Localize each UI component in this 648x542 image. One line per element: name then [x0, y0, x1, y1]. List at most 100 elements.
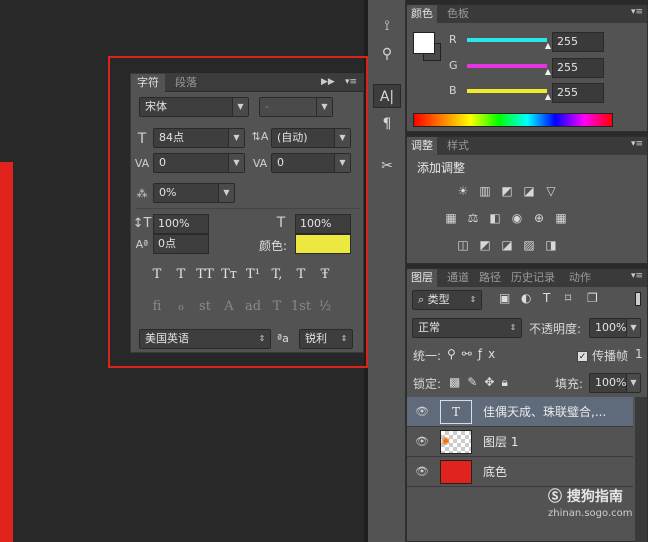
propagate-count: 1	[635, 347, 643, 361]
tab-adjustments[interactable]: 调整	[407, 137, 437, 155]
red-label: R	[449, 33, 457, 46]
layer-filter-icon[interactable]: ▣	[499, 291, 510, 305]
adjustment-icon[interactable]: ▽	[543, 184, 559, 198]
visibility-eye-icon[interactable]: 👁︎	[415, 465, 429, 478]
panel-menu-icon[interactable]: ▾≡	[631, 139, 643, 149]
visibility-eye-icon[interactable]: 👁︎	[415, 405, 429, 418]
blue-slider[interactable]: ▲	[467, 89, 551, 101]
adjustment-icon[interactable]: ▦	[553, 211, 569, 225]
layer-thumbnail	[440, 460, 472, 484]
opacity-field[interactable]: 100% ▼	[589, 318, 641, 338]
layer-name: 底色	[483, 465, 508, 479]
unify-icons[interactable]: ⚲⚯ƒx	[447, 347, 501, 361]
tab-color[interactable]: 颜色	[407, 5, 437, 23]
tab-history[interactable]: 历史记录	[507, 269, 559, 287]
adjustment-icon[interactable]: ▨	[521, 238, 537, 252]
adjustment-row-1: ☀ ▥ ◩ ◪ ▽	[455, 184, 648, 200]
layer-list: 👁︎ T 佳偶天成、珠联璧合,... 👁︎ ✺ 图层 1 👁︎ 底色	[407, 397, 633, 542]
watermark-url: zhinan.sogo.com	[548, 508, 633, 519]
tab-swatches[interactable]: 色板	[443, 5, 473, 23]
adjustment-icon[interactable]: ◪	[521, 184, 537, 198]
right-panels: 颜色 色板 ▾≡ R ▲ 255 G ▲ 255 B ▲ 255 调整 样式 ▾…	[406, 0, 648, 542]
filter-toggle[interactable]	[635, 292, 641, 306]
color-spectrum-bar[interactable]	[413, 113, 613, 127]
panel-menu-icon[interactable]: ▾≡	[631, 7, 643, 17]
fill-label: 填充:	[555, 377, 584, 391]
tab-layers[interactable]: 图层	[407, 269, 437, 287]
fill-value: 100%	[595, 376, 627, 389]
layers-scrollbar[interactable]	[635, 397, 647, 542]
sogou-icon: Ⓢ	[548, 489, 567, 505]
adjustments-title: 添加调整	[417, 161, 466, 175]
search-icon: ⌕	[418, 293, 428, 306]
canvas-red-shape	[0, 162, 13, 542]
tab-paths[interactable]: 路径	[475, 269, 505, 287]
chevron-down-icon: ▼	[626, 374, 640, 392]
layer-thumbnail: ✺	[440, 430, 472, 454]
paragraph-panel-icon[interactable]: ¶	[373, 112, 401, 136]
red-slider[interactable]: ▲	[467, 38, 551, 50]
green-label: G	[449, 59, 458, 72]
opacity-value: 100%	[595, 321, 627, 334]
blend-mode-select[interactable]: 正常 ⇕	[412, 318, 522, 338]
adjustment-icon[interactable]: ◩	[499, 184, 515, 198]
adjustment-icon[interactable]: ⚖	[465, 211, 481, 225]
layer-name: 佳偶天成、珠联璧合,...	[483, 405, 607, 419]
brush-preset-icon[interactable]: ⟟	[373, 14, 401, 38]
red-value[interactable]: 255	[552, 32, 604, 52]
watermark-brand: 搜狗指南	[566, 489, 623, 505]
adjustment-icon[interactable]: ☀	[455, 184, 471, 198]
tools-icon[interactable]: ✂	[373, 154, 401, 178]
fill-field[interactable]: 100% ▼	[589, 373, 641, 393]
adjustment-row-2: ▦ ⚖ ◧ ◉ ⊕ ▦	[443, 211, 643, 227]
brush-icon[interactable]: ⚲	[373, 42, 401, 66]
unify-label: 统一:	[413, 349, 442, 363]
propagate-label: 传播帧	[592, 349, 629, 363]
blue-label: B	[449, 84, 457, 97]
layer-thumbnail: T	[440, 400, 472, 424]
color-panel: 颜色 色板 ▾≡ R ▲ 255 G ▲ 255 B ▲ 255	[406, 4, 648, 132]
adjustment-icon[interactable]: ▦	[443, 211, 459, 225]
layer-row[interactable]: 👁︎ 底色	[407, 457, 633, 487]
tab-styles[interactable]: 样式	[443, 137, 473, 155]
adjustment-icon[interactable]: ◨	[543, 238, 559, 252]
visibility-eye-icon[interactable]: 👁︎	[415, 435, 429, 448]
layer-filter-value: 类型	[427, 293, 450, 306]
adjustment-icon[interactable]: ◧	[487, 211, 503, 225]
blue-value[interactable]: 255	[552, 83, 604, 103]
layer-filter-icon[interactable]: ⌑	[565, 291, 571, 305]
slider-handle-icon[interactable]: ▲	[545, 67, 551, 76]
adjustment-icon[interactable]: ▥	[477, 184, 493, 198]
foreground-color-top	[413, 32, 435, 54]
green-value[interactable]: 255	[552, 58, 604, 78]
adjustment-icon[interactable]: ⊕	[531, 211, 547, 225]
chevron-updown-icon: ⇕	[465, 291, 481, 309]
lock-label: 锁定:	[413, 377, 442, 391]
blend-mode-value: 正常	[418, 321, 440, 334]
green-slider[interactable]: ▲	[467, 64, 551, 76]
slider-handle-icon[interactable]: ▲	[545, 92, 551, 101]
character-panel-icon[interactable]: A|	[373, 84, 401, 108]
lock-icons[interactable]: ▩✎✥🔒︎	[449, 375, 515, 390]
layer-row[interactable]: 👁︎ T 佳偶天成、珠联璧合,...	[407, 397, 633, 427]
layer-filter-icon[interactable]: ◐	[521, 291, 531, 305]
layer-filter-select[interactable]: ⌕ 类型 ⇕	[412, 290, 482, 310]
chevron-down-icon: ▼	[626, 319, 640, 337]
propagate-frame-checkbox[interactable]: ✓ 传播帧	[577, 347, 628, 364]
slider-handle-icon[interactable]: ▲	[545, 41, 551, 50]
adjustment-icon[interactable]: ◪	[499, 238, 515, 252]
adjustment-row-3: ◫ ◩ ◪ ▨ ◨	[455, 238, 648, 254]
panel-menu-icon[interactable]: ▾≡	[631, 271, 643, 281]
panel-icon-strip: ⟟ ⚲ A| ¶ ✂	[368, 0, 406, 542]
adjustment-icon[interactable]: ◩	[477, 238, 493, 252]
checkbox-icon: ✓	[577, 351, 588, 362]
chevron-updown-icon: ⇕	[505, 319, 521, 337]
layer-row[interactable]: 👁︎ ✺ 图层 1	[407, 427, 633, 457]
tab-actions[interactable]: 动作	[565, 269, 595, 287]
tab-channels[interactable]: 通道	[443, 269, 473, 287]
layer-filter-icon[interactable]: ❐	[587, 291, 598, 305]
opacity-label: 不透明度:	[529, 322, 582, 336]
adjustment-icon[interactable]: ◉	[509, 211, 525, 225]
layer-filter-icon[interactable]: T	[543, 291, 550, 305]
adjustment-icon[interactable]: ◫	[455, 238, 471, 252]
